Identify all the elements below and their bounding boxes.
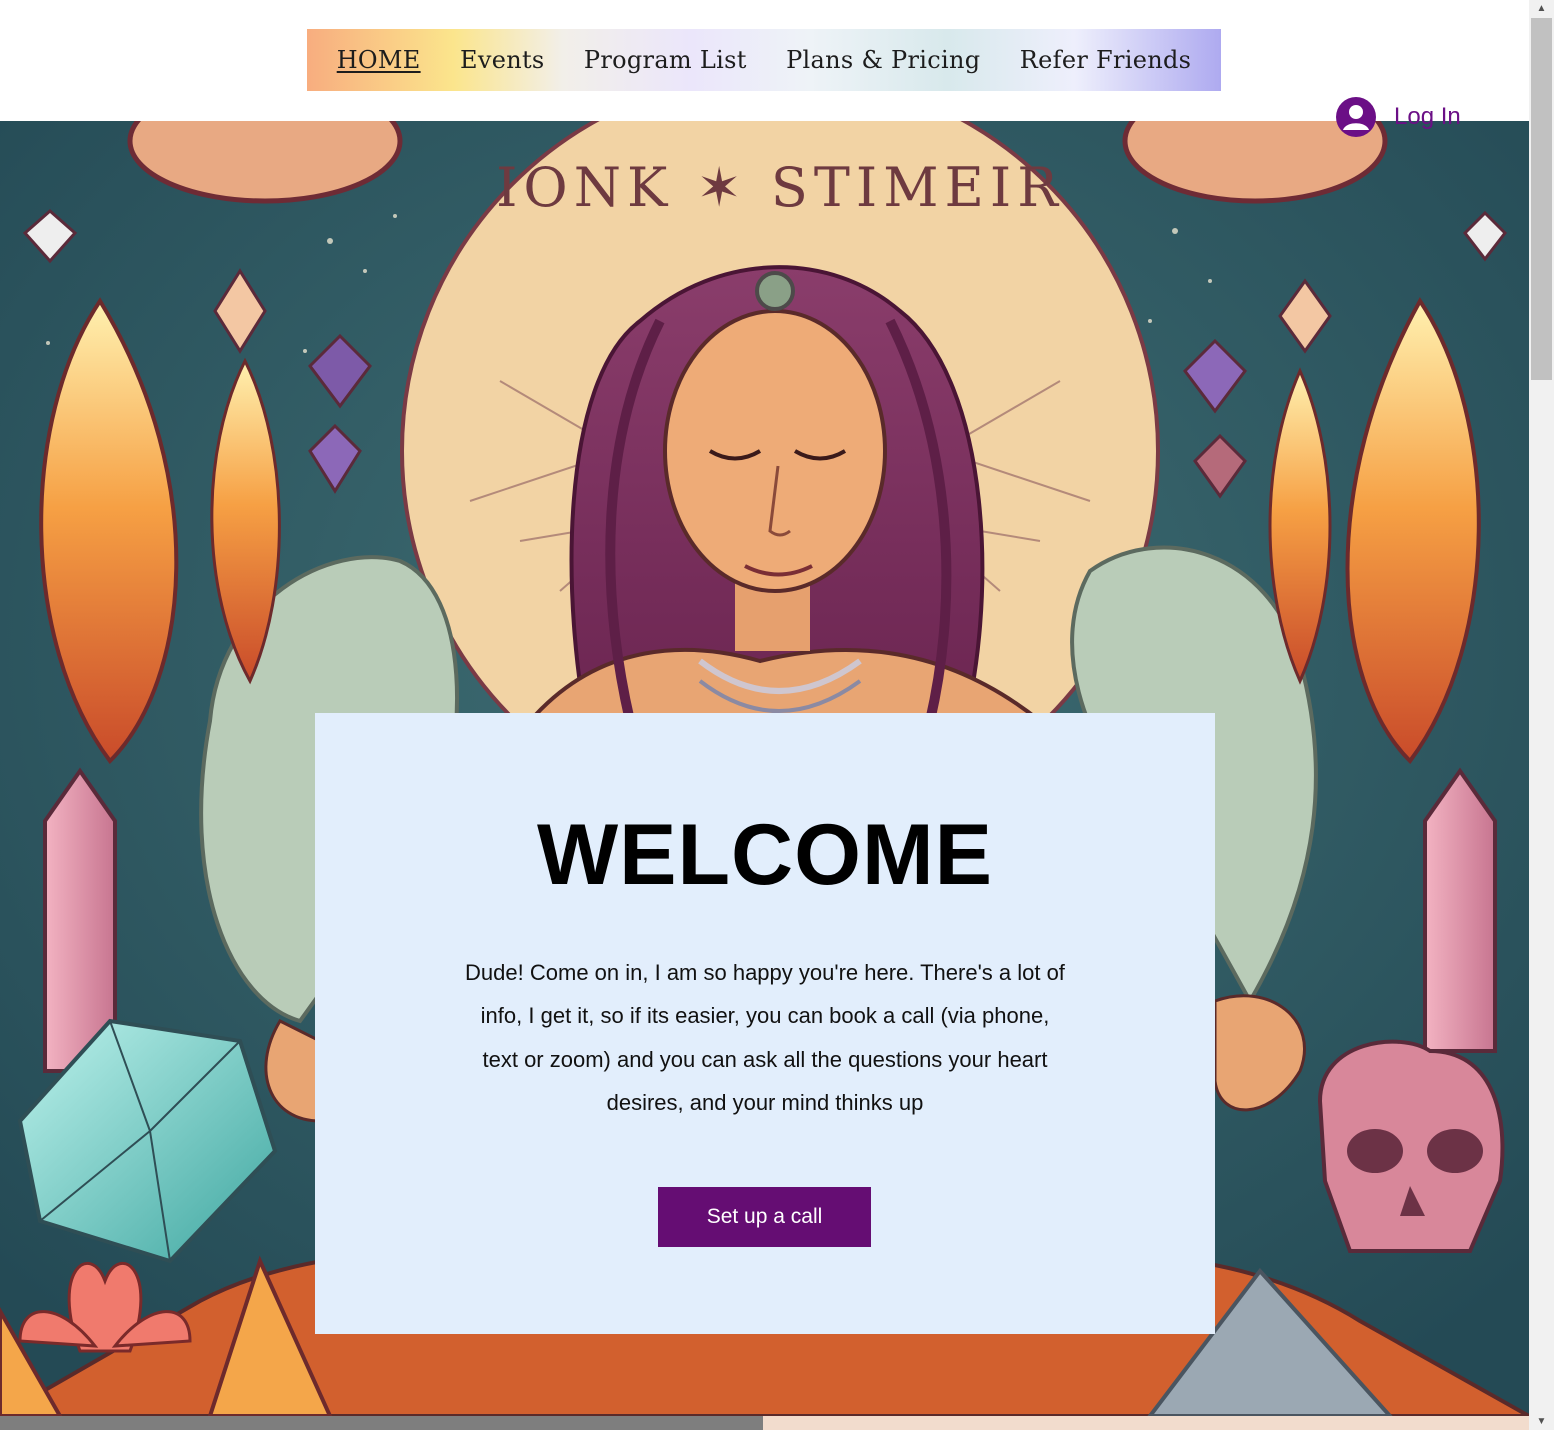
nav-item-events[interactable]: Events (460, 46, 545, 74)
footer-strip-left (0, 1416, 763, 1430)
welcome-text: Dude! Come on in, I am so happy you're h… (465, 960, 1065, 1115)
nav-item-refer-friends[interactable]: Refer Friends (1020, 46, 1192, 74)
scroll-down-arrow-icon[interactable]: ▼ (1529, 1413, 1554, 1430)
main-navigation: HOME Events Program List Plans & Pricing… (307, 29, 1221, 91)
welcome-card: WELCOME Dude! Come on in, I am so happy … (315, 713, 1215, 1334)
set-up-call-button[interactable]: Set up a call (658, 1187, 871, 1247)
welcome-heading: WELCOME (536, 807, 994, 903)
login-button[interactable]: Log In (1336, 96, 1461, 138)
nav-item-plans-pricing[interactable]: Plans & Pricing (786, 46, 980, 74)
footer-strip-right (763, 1416, 1529, 1430)
nav-item-home[interactable]: HOME (337, 46, 421, 74)
circle-lettering: IONK ✶ STIMEIR (496, 156, 1064, 219)
hero-section: IONK ✶ STIMEIR WELCOME Dude! Come on in,… (0, 121, 1529, 1416)
nav-item-program-list[interactable]: Program List (584, 46, 747, 74)
scroll-up-arrow-icon[interactable]: ▲ (1529, 0, 1554, 17)
site-header: HOME Events Program List Plans & Pricing… (0, 0, 1529, 121)
user-avatar-icon (1336, 97, 1376, 137)
page-scrollbar[interactable]: ▲ ▼ (1529, 0, 1554, 1430)
scroll-thumb[interactable] (1531, 18, 1552, 380)
login-label: Log In (1394, 103, 1461, 130)
